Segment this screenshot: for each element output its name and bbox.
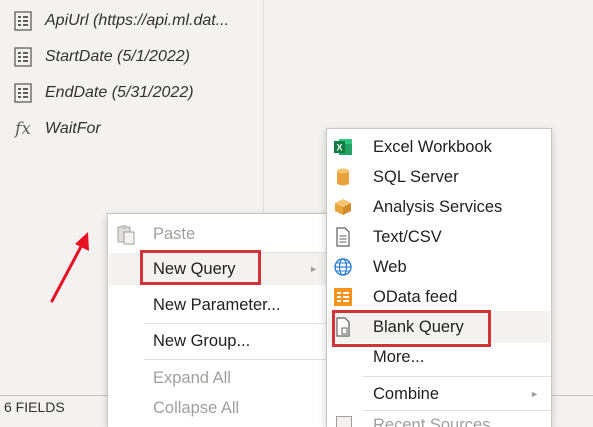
menu-separator xyxy=(363,410,551,411)
chevron-right-icon: ► xyxy=(309,264,318,274)
parameter-icon xyxy=(13,47,33,67)
menu-separator xyxy=(363,376,551,377)
parameter-icon xyxy=(13,11,33,31)
menu-label: Text/CSV xyxy=(373,227,442,246)
menu-item-new-parameter[interactable]: New Parameter... xyxy=(108,290,330,320)
context-menu: Paste New Query ► New Parameter... New G… xyxy=(107,213,331,427)
menu-separator xyxy=(144,359,330,360)
menu-label: Combine xyxy=(373,384,440,403)
new-query-submenu: X Excel Workbook SQL Server Analysis Ser… xyxy=(326,128,552,427)
paste-icon xyxy=(116,224,136,251)
menu-label: Collapse All xyxy=(153,398,240,417)
menu-label: Expand All xyxy=(153,368,231,387)
submenu-item-web[interactable]: Web xyxy=(327,252,551,282)
database-icon xyxy=(333,167,353,187)
query-item-enddate[interactable]: EndDate (5/31/2022) xyxy=(13,79,194,107)
menu-label: Paste xyxy=(153,224,196,243)
submenu-item-more[interactable]: More... xyxy=(327,342,551,372)
menu-item-collapse-all: Collapse All xyxy=(108,393,330,423)
menu-label: New Group... xyxy=(153,331,251,350)
query-label: ApiUrl (https://api.ml.dat... xyxy=(45,12,230,29)
query-label: WaitFor xyxy=(45,120,101,137)
menu-item-paste: Paste xyxy=(108,219,330,249)
submenu-item-analysis-services[interactable]: Analysis Services xyxy=(327,192,551,222)
svg-text:X: X xyxy=(336,143,342,153)
menu-label: Excel Workbook xyxy=(373,137,492,156)
excel-icon: X xyxy=(333,137,353,157)
submenu-item-text-csv[interactable]: Text/CSV xyxy=(327,222,551,252)
submenu-item-odata-feed[interactable]: OData feed xyxy=(327,282,551,312)
query-item-startdate[interactable]: StartDate (5/1/2022) xyxy=(13,43,190,71)
menu-label: SQL Server xyxy=(373,167,459,186)
menu-label: More... xyxy=(373,347,425,366)
submenu-item-combine[interactable]: Combine ► xyxy=(327,379,551,409)
query-item-waitfor[interactable]: fx WaitFor xyxy=(13,115,101,143)
submenu-item-sql-server[interactable]: SQL Server xyxy=(327,162,551,192)
query-item-apiurl[interactable]: ApiUrl (https://api.ml.dat... xyxy=(13,7,229,35)
submenu-item-excel-workbook[interactable]: X Excel Workbook xyxy=(327,132,551,162)
menu-item-expand-all: Expand All xyxy=(108,363,330,393)
globe-icon xyxy=(333,257,353,277)
recent-icon xyxy=(336,416,352,427)
parameter-icon xyxy=(13,83,33,103)
menu-item-new-group[interactable]: New Group... xyxy=(108,326,330,356)
menu-label: Analysis Services xyxy=(373,197,503,216)
query-label: EndDate (5/31/2022) xyxy=(45,84,194,101)
fields-count: 6 FIELDS xyxy=(4,399,65,415)
function-icon: fx xyxy=(15,119,31,139)
menu-label: Web xyxy=(373,257,407,276)
menu-label: Recent Sources xyxy=(373,416,491,427)
menu-label: OData feed xyxy=(373,287,458,306)
highlight-box-new-query xyxy=(140,250,261,285)
submenu-item-recent-sources[interactable]: Recent Sources xyxy=(327,413,551,427)
chevron-right-icon: ► xyxy=(530,389,539,399)
menu-separator xyxy=(144,323,330,324)
query-label: StartDate (5/1/2022) xyxy=(45,48,190,65)
annotation-arrow xyxy=(50,232,89,303)
cube-icon xyxy=(333,197,353,217)
odata-icon xyxy=(333,287,353,307)
menu-label: New Parameter... xyxy=(153,295,281,314)
document-icon xyxy=(333,227,353,247)
